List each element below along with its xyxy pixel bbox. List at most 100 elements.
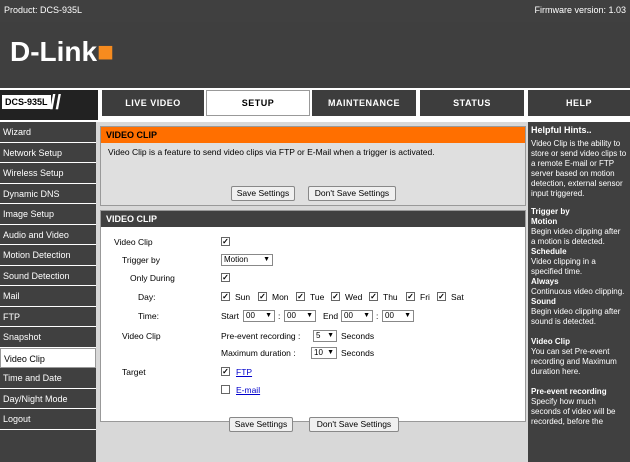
email-link[interactable]: E-mail: [236, 385, 260, 395]
sidebar-item-snapshot[interactable]: Snapshot: [0, 327, 96, 348]
hints-title: Helpful Hints..: [531, 125, 592, 135]
max-duration-label: Maximum duration :: [221, 348, 296, 358]
time-label: Time:: [138, 311, 159, 321]
sidebar-item-day-night[interactable]: Day/Night Mode: [0, 388, 96, 409]
nav-row: DCS-935L // LIVE VIDEO SETUP MAINTENANCE…: [0, 88, 630, 120]
hints-schedule-heading: Schedule: [531, 247, 567, 256]
day-sun-label: Sun: [235, 292, 251, 302]
chevron-down-icon: ▼: [327, 349, 334, 356]
chevron-down-icon: ▼: [306, 312, 313, 319]
banner: D-Link■: [0, 22, 630, 88]
dont-save-settings-button-bottom[interactable]: Don't Save Settings: [309, 417, 399, 432]
start-minute-select[interactable]: 00 ▼: [284, 310, 316, 322]
day-fri-checkbox[interactable]: ✓: [406, 292, 415, 301]
only-during-checkbox[interactable]: ✓: [221, 273, 230, 282]
hints-video-clip-text: You can set Pre-event recording and Maxi…: [531, 347, 617, 376]
day-tue-label: Tue: [310, 292, 325, 302]
pre-event-seconds-label: Seconds: [341, 331, 375, 341]
tab-help[interactable]: HELP: [528, 90, 630, 116]
sidebar-item-sound-detection[interactable]: Sound Detection: [0, 265, 96, 286]
start-label: Start: [221, 311, 239, 321]
colon-separator: :: [376, 311, 379, 321]
max-duration-seconds-label: Seconds: [341, 348, 375, 358]
chevron-down-icon: ▼: [263, 256, 270, 263]
hints-always-text: Continuous video clipping.: [531, 287, 625, 296]
pre-event-label: Pre-event recording :: [221, 331, 301, 341]
hints-schedule-text: Video clipping in a specified time.: [531, 257, 596, 276]
day-wed-checkbox[interactable]: ✓: [331, 292, 340, 301]
chevron-down-icon: ▼: [265, 312, 272, 319]
start-hour-select[interactable]: 00 ▼: [243, 310, 275, 322]
day-mon-checkbox[interactable]: ✓: [258, 292, 267, 301]
video-clip-form: VIDEO CLIP Video Clip ✓ Trigger by Motio…: [100, 210, 526, 422]
hints-intro: Video Clip is the ability to store or se…: [531, 139, 627, 198]
hints-pre-event-heading: Pre-event recording: [531, 387, 607, 396]
trigger-select[interactable]: Motion ▼: [221, 254, 273, 266]
day-mon-label: Mon: [272, 292, 289, 302]
pre-event-select[interactable]: 5 ▼: [313, 330, 337, 342]
model-badge: DCS-935L //: [0, 88, 98, 120]
chevron-down-icon: ▼: [363, 312, 370, 319]
day-thu-label: Thu: [383, 292, 398, 302]
chevron-down-icon: ▼: [404, 312, 411, 319]
day-sat-label: Sat: [451, 292, 464, 302]
hints-always-heading: Always: [531, 277, 559, 286]
sidebar-item-motion-detection[interactable]: Motion Detection: [0, 245, 96, 266]
ftp-checkbox[interactable]: ✓: [221, 367, 230, 376]
hints-sound-text: Begin video clipping after sound is dete…: [531, 307, 621, 326]
hints-trigger-heading: Trigger by: [531, 207, 570, 216]
video-clip-checkbox[interactable]: ✓: [221, 237, 230, 246]
day-tue-checkbox[interactable]: ✓: [296, 292, 305, 301]
model-label: DCS-935L: [2, 95, 51, 109]
sidebar-item-network-setup[interactable]: Network Setup: [0, 142, 96, 163]
day-sat-checkbox[interactable]: ✓: [437, 292, 446, 301]
sidebar-item-wizard[interactable]: Wizard: [0, 122, 96, 143]
video-clip-label: Video Clip: [114, 237, 153, 247]
firmware-label: Firmware version: 1.03: [534, 5, 626, 15]
tab-status[interactable]: STATUS: [420, 90, 524, 116]
day-fri-label: Fri: [420, 292, 430, 302]
day-thu-checkbox[interactable]: ✓: [369, 292, 378, 301]
hints-pre-event-text: Specify how much seconds of video will b…: [531, 397, 616, 426]
sidebar-item-mail[interactable]: Mail: [0, 286, 96, 307]
max-duration-select[interactable]: 10 ▼: [311, 347, 337, 359]
sidebar-item-ftp[interactable]: FTP: [0, 306, 96, 327]
end-hour-select[interactable]: 00 ▼: [341, 310, 373, 322]
slash-decoration-icon: //: [50, 92, 62, 114]
product-label: Product: DCS-935L: [4, 5, 83, 15]
main-content: VIDEO CLIP Video Clip is a feature to se…: [96, 122, 528, 462]
sidebar-item-audio-video[interactable]: Audio and Video: [0, 224, 96, 245]
day-label: Day:: [138, 292, 156, 302]
sidebar-item-time-date[interactable]: Time and Date: [0, 368, 96, 389]
hints-motion-heading: Motion: [531, 217, 558, 226]
trigger-label: Trigger by: [122, 255, 160, 265]
section-title: VIDEO CLIP: [101, 127, 525, 143]
colon-separator: :: [278, 311, 281, 321]
tab-live-video[interactable]: LIVE VIDEO: [102, 90, 204, 116]
save-settings-button[interactable]: Save Settings: [231, 186, 295, 201]
hints-video-clip-heading: Video Clip: [531, 337, 570, 346]
target-label: Target: [122, 367, 146, 377]
sidebar-item-dynamic-dns[interactable]: Dynamic DNS: [0, 183, 96, 204]
intro-panel: VIDEO CLIP Video Clip is a feature to se…: [100, 126, 526, 206]
tab-setup[interactable]: SETUP: [206, 90, 310, 116]
dont-save-settings-button[interactable]: Don't Save Settings: [308, 186, 396, 201]
helpful-hints-panel: Helpful Hints.. Video Clip is the abilit…: [528, 122, 630, 462]
end-minute-select[interactable]: 00 ▼: [382, 310, 414, 322]
email-checkbox[interactable]: [221, 385, 230, 394]
ftp-link[interactable]: FTP: [236, 367, 252, 377]
save-settings-button-bottom[interactable]: Save Settings: [229, 417, 293, 432]
day-sun-checkbox[interactable]: ✓: [221, 292, 230, 301]
dlink-logo: D-Link■: [10, 36, 115, 67]
sidebar-item-logout[interactable]: Logout: [0, 409, 96, 430]
sidebar-item-video-clip[interactable]: Video Clip: [0, 347, 96, 368]
sidebar-item-wireless-setup[interactable]: Wireless Setup: [0, 163, 96, 184]
clip-settings-label: Video Clip: [122, 331, 161, 341]
sidebar-item-image-setup[interactable]: Image Setup: [0, 204, 96, 225]
tab-maintenance[interactable]: MAINTENANCE: [312, 90, 416, 116]
hints-sound-heading: Sound: [531, 297, 556, 306]
section-description: Video Clip is a feature to send video cl…: [108, 147, 435, 157]
top-bar: Product: DCS-935L Firmware version: 1.03: [0, 0, 630, 22]
only-during-label: Only During: [130, 273, 175, 283]
form-title: VIDEO CLIP: [101, 211, 525, 227]
